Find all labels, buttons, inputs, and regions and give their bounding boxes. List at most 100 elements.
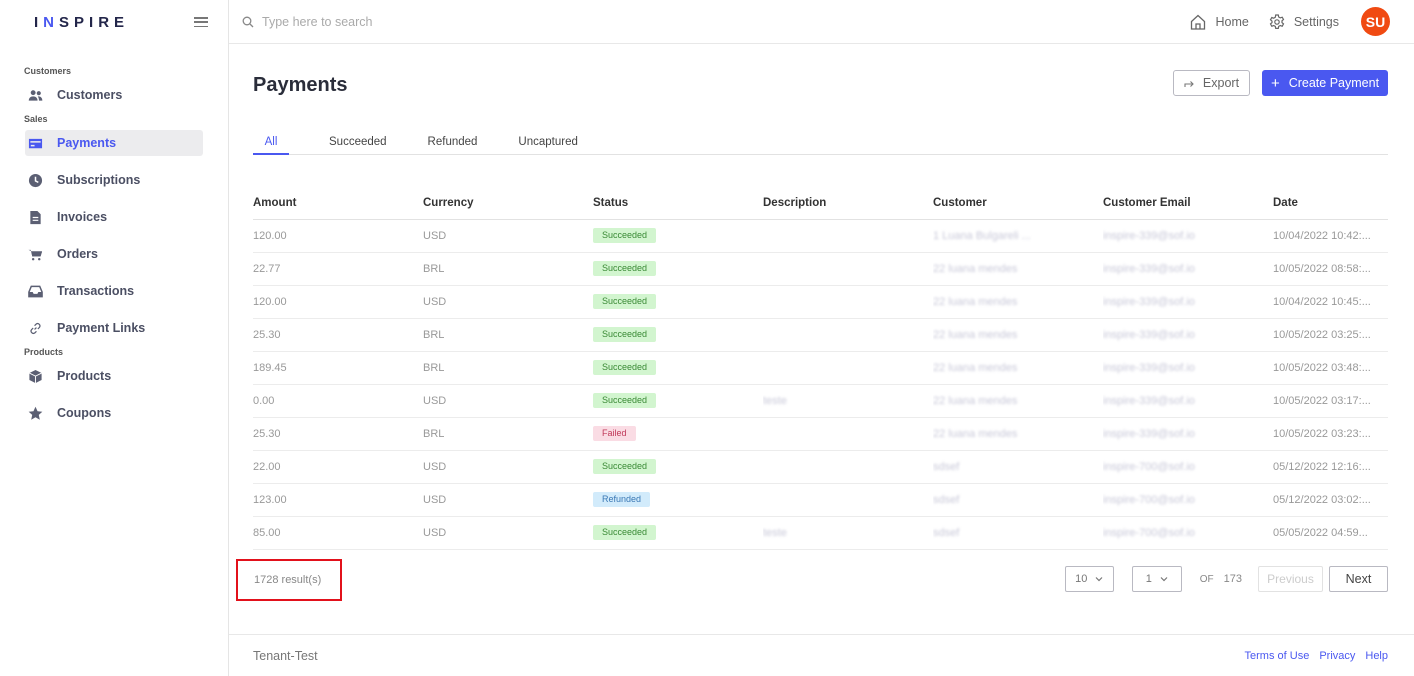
- currency-cell-text: USD: [423, 526, 447, 539]
- description-cell-text: teste: [763, 394, 787, 407]
- table-row[interactable]: 123.00 USD Refunded sdsef inspire-700@sof.io…: [253, 483, 1388, 517]
- currency-cell: USD: [423, 450, 593, 484]
- table-row[interactable]: 25.30 BRL Succeeded 22 luana mendes inspire-…: [253, 318, 1388, 352]
- chevron-down-icon: [1160, 577, 1168, 582]
- search-icon: [242, 16, 254, 27]
- description-cell: teste: [763, 516, 933, 550]
- amount-cell: 22.00: [253, 450, 423, 484]
- amount-cell: 0.00: [253, 384, 423, 418]
- sidebar-item-customers[interactable]: Customers: [25, 82, 203, 108]
- hamburger-menu-icon[interactable]: [194, 17, 208, 27]
- status-cell: Succeeded: [593, 285, 763, 319]
- terms-link[interactable]: Terms of Use: [1245, 650, 1310, 662]
- table-row[interactable]: 22.00 USD Succeeded sdsef inspire-700@sof.io…: [253, 450, 1388, 484]
- date-cell-text: 05/12/2022 12:16:...: [1273, 460, 1371, 473]
- email-cell: inspire-339@sof.io: [1103, 351, 1273, 385]
- table-row[interactable]: 189.45 BRL Succeeded 22 luana mendes inspire…: [253, 351, 1388, 385]
- page-size-select[interactable]: 10: [1064, 566, 1114, 592]
- email-cell-text: inspire-700@sof.io: [1103, 526, 1195, 539]
- date-cell-text: 10/04/2022 10:42:...: [1273, 229, 1371, 242]
- box-icon: [27, 368, 43, 384]
- sidebar-item-label: Transactions: [57, 284, 135, 298]
- status-cell: Refunded: [593, 483, 763, 517]
- currency-cell: USD: [423, 285, 593, 319]
- column-header-status[interactable]: Status: [593, 187, 763, 220]
- table-row[interactable]: 120.00 USD Succeeded 1 Luana Bulgareli ... i…: [253, 219, 1388, 253]
- page-title: Payments: [253, 74, 348, 96]
- sidebar-item-invoices[interactable]: Invoices: [25, 204, 203, 230]
- next-button[interactable]: Next: [1329, 566, 1388, 592]
- date-cell: 05/12/2022 12:16:...: [1273, 450, 1388, 484]
- table-row[interactable]: 0.00 USD Succeeded teste 22 luana mendes insp…: [253, 384, 1388, 418]
- sidebar-item-coupons[interactable]: Coupons: [25, 400, 203, 426]
- table-row[interactable]: 22.77 BRL Succeeded 22 luana mendes inspire-…: [253, 252, 1388, 286]
- tab-succeeded[interactable]: Succeeded: [289, 129, 406, 155]
- page-size-value: 10: [1075, 573, 1088, 585]
- amount-cell: 25.30: [253, 318, 423, 352]
- date-cell-text: 05/12/2022 03:02:...: [1273, 493, 1371, 506]
- column-header-customer[interactable]: Customer: [933, 187, 1103, 220]
- column-header-currency[interactable]: Currency: [423, 187, 593, 220]
- privacy-link[interactable]: Privacy: [1319, 650, 1355, 662]
- avatar[interactable]: SU: [1361, 7, 1390, 36]
- table-row[interactable]: 120.00 USD Succeeded 22 luana mendes inspire…: [253, 285, 1388, 319]
- results-count: 1728 result(s): [236, 559, 342, 601]
- status-cell: Succeeded: [593, 516, 763, 550]
- column-header-date[interactable]: Date: [1273, 187, 1388, 220]
- amount-cell-text: 25.30: [253, 427, 281, 440]
- amount-cell-text: 22.77: [253, 262, 281, 275]
- export-button[interactable]: Export: [1173, 70, 1250, 96]
- email-cell: inspire-339@sof.io: [1103, 252, 1273, 286]
- table-row[interactable]: 85.00 USD Succeeded teste sdsef inspire-700@s…: [253, 516, 1388, 550]
- customer-cell-text: 22 luana mendes: [933, 394, 1018, 407]
- column-header-description[interactable]: Description: [763, 187, 933, 220]
- previous-button[interactable]: Previous: [1258, 566, 1323, 592]
- sidebar-item-subscriptions[interactable]: Subscriptions: [25, 167, 203, 193]
- status-cell: Succeeded: [593, 450, 763, 484]
- currency-cell-text: USD: [423, 394, 447, 407]
- sidebar-item-payments[interactable]: Payments: [25, 130, 203, 156]
- date-cell-text: 10/04/2022 10:45:...: [1273, 295, 1371, 308]
- tenant-name: Tenant-Test: [253, 648, 318, 663]
- logo[interactable]: INSPIRE: [34, 14, 129, 31]
- currency-cell: BRL: [423, 252, 593, 286]
- customer-cell: 1 Luana Bulgareli ...: [933, 219, 1103, 253]
- amount-cell-text: 120.00: [253, 295, 287, 308]
- tab-refunded[interactable]: Refunded: [406, 129, 497, 155]
- table-header-row: Amount Currency Status Description Custo…: [253, 187, 1388, 220]
- tab-all[interactable]: All: [253, 129, 289, 155]
- date-cell: 10/05/2022 03:23:...: [1273, 417, 1388, 451]
- customer-cell-text: sdsef: [933, 526, 960, 539]
- page-number-select[interactable]: 1: [1131, 566, 1182, 592]
- status-cell: Succeeded: [593, 351, 763, 385]
- date-cell: 10/05/2022 03:17:...: [1273, 384, 1388, 418]
- email-cell: inspire-339@sof.io: [1103, 285, 1273, 319]
- description-cell: teste: [763, 384, 933, 418]
- settings-link[interactable]: Settings: [1269, 13, 1339, 30]
- sidebar-item-payment-links[interactable]: Payment Links: [25, 315, 203, 341]
- home-link[interactable]: Home: [1190, 14, 1249, 30]
- currency-cell-text: USD: [423, 295, 447, 308]
- create-payment-button[interactable]: + Create Payment: [1262, 70, 1388, 96]
- customer-cell-text: sdsef: [933, 460, 960, 473]
- description-cell: [763, 252, 933, 286]
- table-row[interactable]: 25.30 BRL Failed 22 luana mendes inspire-339…: [253, 417, 1388, 451]
- sidebar-item-transactions[interactable]: Transactions: [25, 278, 203, 304]
- email-cell-text: inspire-339@sof.io: [1103, 262, 1195, 275]
- sidebar-item-products[interactable]: Products: [25, 363, 203, 389]
- amount-cell-text: 22.00: [253, 460, 281, 473]
- currency-cell-text: BRL: [423, 262, 445, 275]
- customer-cell: 22 luana mendes: [933, 384, 1103, 418]
- of-label: OF: [1199, 573, 1214, 585]
- email-cell: inspire-339@sof.io: [1103, 384, 1273, 418]
- amount-cell: 120.00: [253, 285, 423, 319]
- currency-cell-text: BRL: [423, 361, 445, 374]
- customer-cell-text: 1 Luana Bulgareli ...: [933, 229, 1031, 242]
- currency-cell: BRL: [423, 318, 593, 352]
- sidebar-item-orders[interactable]: Orders: [25, 241, 203, 267]
- help-link[interactable]: Help: [1365, 650, 1388, 662]
- column-header-amount[interactable]: Amount: [253, 187, 423, 220]
- search-input[interactable]: [262, 14, 562, 29]
- column-header-customer-email[interactable]: Customer Email: [1103, 187, 1273, 220]
- tab-uncaptured[interactable]: Uncaptured: [496, 129, 596, 155]
